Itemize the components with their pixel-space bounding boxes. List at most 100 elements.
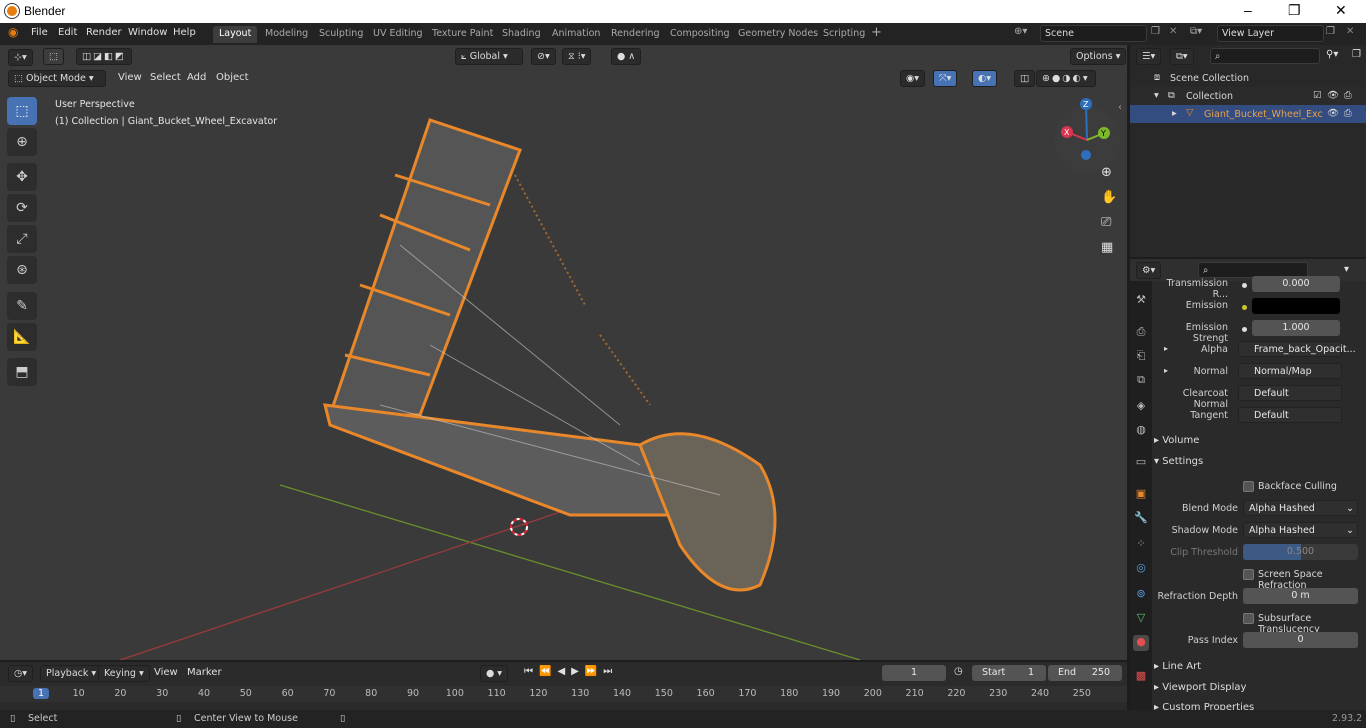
annotate-tool[interactable]: ✎ [7, 292, 37, 320]
shading-mode-buttons[interactable]: ⊕●◑◐▾ [1036, 70, 1096, 87]
minimize-button[interactable]: – [1244, 2, 1252, 18]
line-art-panel-header[interactable]: ▸ Line Art [1154, 661, 1201, 672]
tab-shading[interactable]: Shading [496, 26, 547, 43]
visibility-button[interactable]: ◉▾ [900, 70, 926, 87]
render-camera-icon[interactable]: ⎙ [1344, 90, 1352, 101]
viewport-display-panel-header[interactable]: ▸ Viewport Display [1154, 682, 1246, 693]
menu-marker[interactable]: Marker [187, 667, 222, 678]
outliner-search-input[interactable]: ⌕ [1210, 48, 1320, 64]
object-tab-icon[interactable]: ▣ [1133, 487, 1149, 503]
add-cube-tool[interactable]: ⬒ [7, 358, 37, 386]
tab-sculpting[interactable]: Sculpting [313, 26, 369, 43]
render-tab-icon[interactable]: ⎙ [1133, 325, 1149, 341]
outliner-row-scene-collection[interactable]: ⧈ Scene Collection [1130, 69, 1366, 87]
normal-input-field[interactable]: Normal/Map [1238, 363, 1342, 379]
close-button[interactable]: ✕ [1335, 2, 1347, 19]
scene-browse-icon[interactable]: ⊕▾ [1014, 26, 1027, 37]
rotate-tool[interactable]: ⟳ [7, 194, 37, 222]
timeline-editor-type[interactable]: ◷▾ [8, 665, 34, 682]
xray-button[interactable]: ◫ [1014, 70, 1035, 87]
menu-add[interactable]: Add [187, 72, 206, 83]
snap-button[interactable]: ⧖ ⁝▾ [562, 48, 592, 65]
view-layer-field[interactable]: View Layer [1217, 25, 1324, 42]
tab-rendering[interactable]: Rendering [605, 26, 666, 43]
options-button[interactable]: Options ▾ [1070, 48, 1127, 65]
menu-edit[interactable]: Edit [58, 27, 77, 38]
expand-arrow-icon[interactable]: ▾ [1154, 90, 1159, 101]
menu-view[interactable]: View [118, 72, 142, 83]
world-tab-icon[interactable]: ◍ [1133, 423, 1149, 439]
scene-copy-icon[interactable]: ❐ [1151, 26, 1160, 37]
tab-texture-paint[interactable]: Texture Paint [426, 26, 499, 43]
tab-modeling[interactable]: Modeling [259, 26, 314, 43]
filter-icon[interactable]: ⚲▾ [1326, 49, 1338, 60]
pan-hand-icon[interactable]: ✋ [1101, 190, 1117, 205]
modifier-tab-icon[interactable]: 🔧 [1133, 511, 1149, 527]
menu-help[interactable]: Help [173, 27, 196, 38]
playback-controls[interactable]: ⏮⏪◀▶⏩⏭ [524, 666, 618, 677]
end-frame-field[interactable]: End 250 [1048, 665, 1122, 681]
menu-timeline-view[interactable]: View [154, 667, 178, 678]
selection-mode-buttons[interactable]: ◫◪◧◩ [76, 48, 132, 65]
material-tab-icon[interactable]: ● [1133, 635, 1149, 651]
subsurface-checkbox[interactable] [1243, 613, 1254, 624]
shadow-mode-select[interactable]: Alpha Hashed ⌄ [1243, 522, 1358, 538]
alpha-input-field[interactable]: Frame_back_Opacit... [1238, 341, 1356, 357]
refraction-depth-field[interactable]: 0 m [1243, 588, 1358, 604]
scene-remove-icon[interactable]: ✕ [1169, 26, 1177, 37]
transform-tool[interactable]: ⊛ [7, 256, 37, 284]
menu-keying[interactable]: Keying ▾ [98, 665, 150, 682]
ssr-checkbox[interactable] [1243, 569, 1254, 580]
editor-type-button[interactable]: ⊹▾ [8, 49, 33, 66]
overlay-toggle-button[interactable]: ◐▾ [972, 70, 998, 87]
outliner-row-collection[interactable]: ▾ ⧉ Collection ☑ 👁 ⎙ [1130, 87, 1366, 105]
menu-window[interactable]: Window [128, 27, 167, 38]
camera-view-icon[interactable]: ⎚ [1101, 215, 1111, 230]
clock-icon[interactable]: ◷ [954, 666, 963, 677]
mode-select[interactable]: ⬚ Object Mode ▾ [8, 70, 106, 87]
maximize-button[interactable]: ❐ [1288, 2, 1301, 19]
constraints-tab-icon[interactable]: ⊚ [1133, 587, 1149, 603]
emission-strength-field[interactable]: 1.000 [1252, 320, 1340, 336]
outliner-row-object[interactable]: ▸ ▽ Giant_Bucket_Wheel_Exc 👁 ⎙ [1130, 105, 1366, 123]
ortho-grid-icon[interactable]: ▦ [1101, 240, 1113, 255]
scale-tool[interactable]: ⤢ [7, 225, 37, 253]
pass-index-field[interactable]: 0 [1243, 632, 1358, 648]
clearcoat-normal-field[interactable]: Default [1238, 385, 1342, 401]
transform-orientation-select[interactable]: ⟀ Global ▾ [455, 48, 523, 65]
frame-ruler[interactable]: 1 10 20 30 40 50 60 70 80 90 100 110 120 130 140 150 160… [0, 686, 1127, 702]
volume-panel-header[interactable]: ▸ Volume [1154, 435, 1199, 446]
menu-object[interactable]: Object [216, 72, 249, 83]
view-layer-browse-icon[interactable]: ⧉▾ [1190, 26, 1202, 37]
scene-tab-icon[interactable]: ◈ [1133, 399, 1149, 415]
collection-tab-icon[interactable]: ▭ [1133, 455, 1149, 471]
tool-tab-icon[interactable]: ⚒ [1133, 293, 1149, 309]
blend-mode-select[interactable]: Alpha Hashed ⌄ [1243, 500, 1358, 516]
outliner-display-mode[interactable]: ⧉▾ [1170, 48, 1194, 65]
texture-tab-icon[interactable]: ▩ [1133, 669, 1149, 685]
view-layer-tab-icon[interactable]: ⧉ [1133, 373, 1149, 389]
tab-geometry-nodes[interactable]: Geometry Nodes [732, 26, 824, 43]
menu-render[interactable]: Render [86, 27, 122, 38]
start-frame-field[interactable]: Start 1 [972, 665, 1046, 681]
scene-name-field[interactable]: Scene [1040, 25, 1147, 42]
measure-tool[interactable]: 📐 [7, 323, 37, 351]
menu-playback[interactable]: Playback ▾ [40, 665, 103, 682]
tangent-field[interactable]: Default [1238, 407, 1342, 423]
current-frame-field[interactable]: 1 [882, 665, 946, 681]
backface-culling-checkbox[interactable] [1243, 481, 1254, 492]
add-workspace-icon[interactable]: + [871, 25, 882, 40]
tab-scripting[interactable]: Scripting [817, 26, 871, 43]
settings-panel-header[interactable]: ▾ Settings [1154, 456, 1203, 467]
zoom-icon[interactable]: ⊕ [1101, 165, 1112, 180]
auto-keying-button[interactable]: ● ▾ [480, 665, 509, 682]
properties-editor-type[interactable]: ⚙▾ [1136, 262, 1162, 279]
sidebar-toggle-icon[interactable]: ‹ [1118, 102, 1122, 113]
select-tool-button[interactable]: ⬚ [43, 48, 64, 65]
particles-tab-icon[interactable]: ⁘ [1133, 537, 1149, 553]
data-tab-icon[interactable]: ▽ [1133, 611, 1149, 627]
eye-icon[interactable]: 👁 [1327, 108, 1339, 119]
tab-animation[interactable]: Animation [546, 26, 606, 43]
gizmo-toggle-button[interactable]: ⤧▾ [933, 70, 958, 87]
pivot-point-button[interactable]: ⊘▾ [531, 48, 556, 65]
